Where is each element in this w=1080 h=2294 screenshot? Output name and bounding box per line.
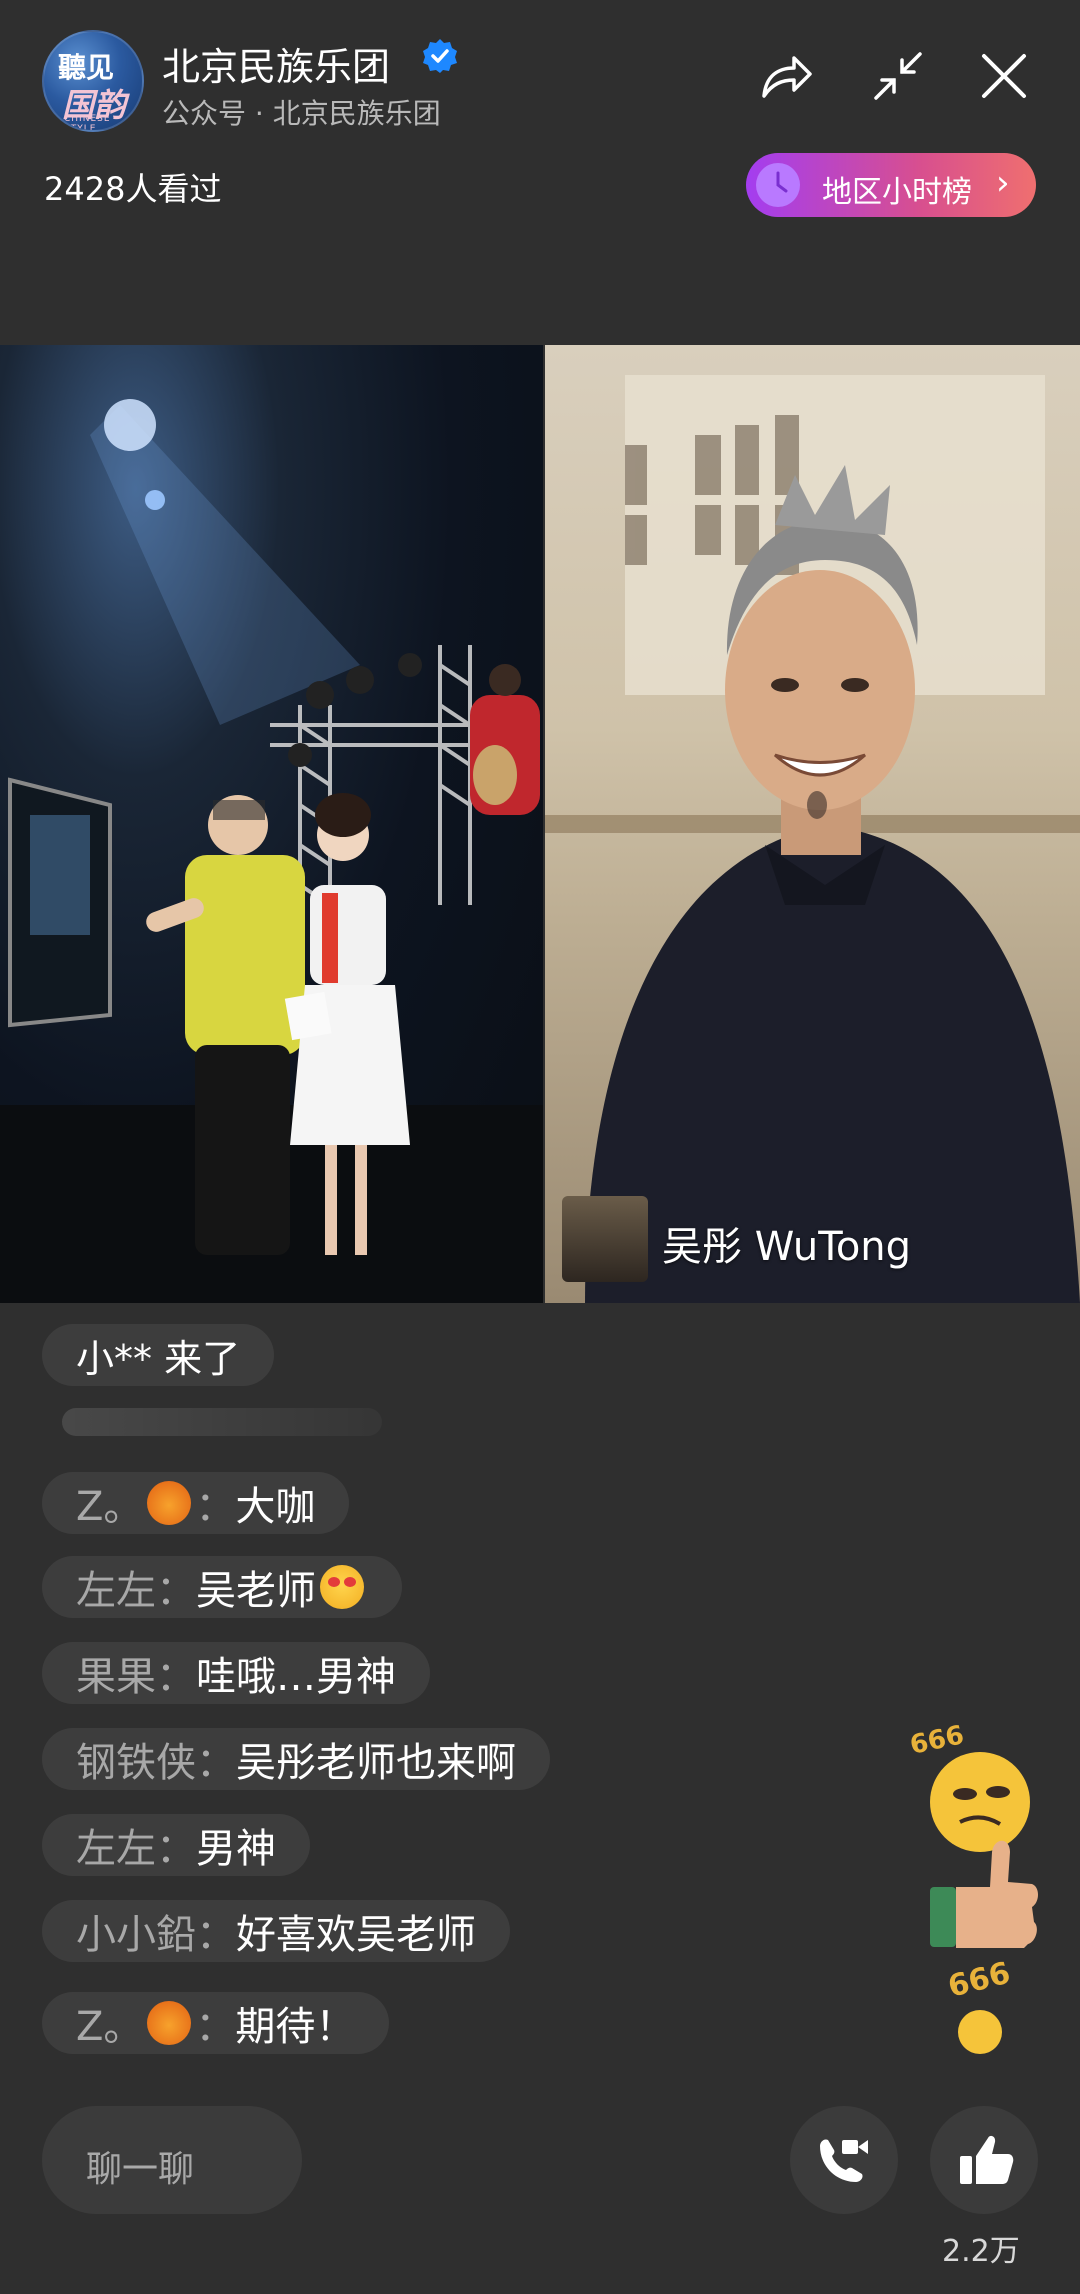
account-subtitle: 公众号 · 北京民族乐团 — [162, 97, 441, 130]
chat-separator: ： — [156, 1568, 196, 1614]
chat-input-placeholder: 聊一聊 — [86, 2149, 195, 2190]
chat-text: 吴彤老师也来啊 — [236, 1740, 516, 1786]
chat-username: Z。 — [76, 1484, 144, 1530]
guest-name: 吴彤 WuTong — [662, 1224, 912, 1270]
lion-emoji-icon — [147, 1481, 192, 1525]
chat-text: 哇哦…男神 — [196, 1654, 396, 1700]
chat-input[interactable]: 聊一聊 — [42, 2106, 302, 2214]
chat-message[interactable]: 左左 ： 吴老师 — [42, 1556, 402, 1618]
video-call-button[interactable] — [790, 2106, 898, 2214]
account-avatar[interactable]: 聽见 国韵 CHINESE STYLE — [42, 30, 144, 132]
avatar-text-3: CHINESE STYLE — [64, 114, 111, 132]
chat-separator: ： — [195, 2004, 236, 2050]
scrolling-faded-message — [62, 1408, 382, 1436]
viewer-count: 2428人看过 — [44, 170, 222, 208]
video-feed-guest[interactable] — [545, 345, 1080, 1303]
thumbs-up-emoji-icon: 666 666 — [907, 1720, 1038, 2054]
regional-hourly-rank-button[interactable]: 地区小时榜 › — [746, 153, 1036, 217]
chat-username: 左左 — [76, 1568, 156, 1614]
guest-scene — [545, 375, 1080, 1303]
chevron-right-icon: › — [996, 163, 1010, 203]
like-button[interactable] — [930, 2106, 1038, 2214]
lion-emoji-icon — [147, 2001, 192, 2045]
account-title[interactable]: 北京民族乐团 — [162, 36, 390, 91]
chat-separator: ： — [156, 1826, 196, 1872]
rank-label: 地区小时榜 — [822, 175, 972, 210]
chat-message[interactable]: 小小鉛 ： 好喜欢吴老师 — [42, 1900, 510, 1962]
chat-username: 果果 — [76, 1654, 156, 1700]
guest-thumbnail — [562, 1196, 648, 1282]
chat-message[interactable]: 左左 ： 男神 — [42, 1814, 310, 1876]
video-feed-host[interactable] — [0, 345, 543, 1303]
chat-message[interactable]: Z。 ： 期待！ — [42, 1992, 390, 2054]
share-icon[interactable] — [756, 46, 816, 106]
join-notice-text: 小** 来了 — [76, 1336, 241, 1381]
minimize-icon[interactable] — [868, 46, 928, 106]
chat-separator: ： — [156, 1654, 196, 1700]
sticker-text-top: 666 — [910, 1720, 967, 1761]
chat-message[interactable]: 果果 ： 哇哦…男神 — [42, 1642, 430, 1704]
chat-username: 小小鉛 — [76, 1912, 196, 1958]
chat-username: 钢铁侠 — [76, 1740, 196, 1786]
chat-username: Z。 — [76, 2004, 144, 2050]
chat-text: 期待！ — [235, 2004, 356, 2050]
heart-eyes-emoji-icon — [320, 1565, 364, 1609]
chat-message[interactable]: 钢铁侠 ： 吴彤老师也来啊 — [42, 1728, 550, 1790]
video-call-icon — [820, 2139, 868, 2182]
chat-separator: ： — [195, 1484, 236, 1530]
chat-text: 好喜欢吴老师 — [236, 1912, 476, 1958]
like-count: 2.2万 — [942, 2234, 1020, 2269]
reaction-sticker: 666 666 — [907, 1712, 1040, 2062]
chat-separator: ： — [196, 1912, 236, 1958]
thumbs-up-icon — [960, 2135, 1014, 2184]
close-icon[interactable] — [974, 46, 1034, 106]
verified-badge-icon — [423, 39, 457, 73]
chat-text: 大咖 — [235, 1484, 316, 1530]
sticker-text-bottom: 666 — [945, 1956, 1014, 2005]
chat-text: 男神 — [196, 1826, 276, 1872]
chat-message[interactable]: Z。 ： 大咖 — [42, 1472, 350, 1534]
clock-icon — [756, 163, 800, 207]
chat-separator: ： — [196, 1740, 236, 1786]
chat-text: 吴老师 — [196, 1568, 316, 1614]
chat-username: 左左 — [76, 1826, 156, 1872]
join-notice: 小** 来了 — [42, 1324, 275, 1386]
stage-scene — [0, 399, 543, 1303]
